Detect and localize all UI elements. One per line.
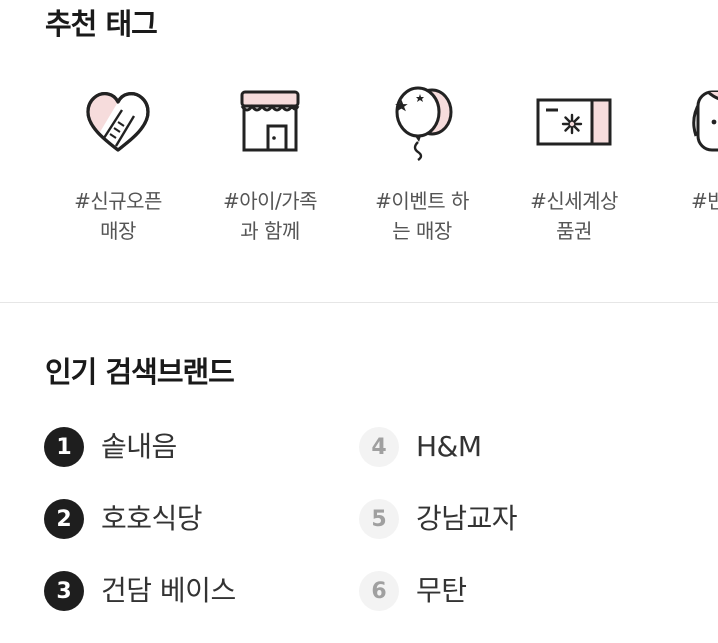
tag-event-store[interactable]: #이벤트 하 는 매장 [346,82,498,262]
pet-face-icon [692,90,718,152]
popular-brands-right-list: 4 H&M 5 강남교자 6 무탄 [359,427,518,643]
tag-label: #이벤트 하 는 매장 [375,189,469,243]
rank-badge: 3 [44,571,84,611]
gift-voucher-icon [536,98,612,146]
brand-rank-1[interactable]: 1 솥내음 [44,427,236,499]
balloons-icon [395,86,453,161]
tag-label: #신규오픈 매장 [74,189,162,243]
brand-name: 무탄 [416,574,467,607]
brand-name: H&M [416,430,482,463]
recommended-tags-list: #신규오픈 매장 #아이/가족 과 함께 #이벤트 하 는 매장 #신세계상 품… [42,82,718,262]
brand-rank-4[interactable]: 4 H&M [359,427,517,499]
brand-name: 호호식당 [101,502,203,535]
rank-badge: 2 [44,499,84,539]
brand-name: 솥내음 [101,430,177,463]
rank-badge: 1 [44,427,84,467]
brand-rank-6[interactable]: 6 무탄 [359,571,517,643]
popular-brands-title: 인기 검색브랜드 [45,355,235,389]
brand-name: 건담 베이스 [101,574,236,607]
tag-label: #아이/가족 과 함께 [222,189,318,243]
rank-badge: 6 [359,571,399,611]
section-divider [0,302,718,303]
storefront-icon [240,90,300,152]
popular-brands-left-list: 1 솥내음 2 호호식당 3 건담 베이스 [44,427,236,643]
rank-badge: 4 [359,427,399,467]
tag-label: #신세계상 품권 [530,189,618,243]
page: 추천 태그 #신규오픈 매장 #아이/가족 과 함께 #이벤트 하 는 매장 #… [0,0,718,643]
tag-pet[interactable]: #반려견 [650,82,718,262]
recommended-tags-title: 추천 태그 [45,7,158,41]
brand-rank-2[interactable]: 2 호호식당 [44,499,236,571]
tag-gift-voucher[interactable]: #신세계상 품권 [498,82,650,262]
brand-name: 강남교자 [416,502,518,535]
tag-new-open[interactable]: #신규오픈 매장 [42,82,194,262]
brand-rank-5[interactable]: 5 강남교자 [359,499,518,571]
brand-rank-3[interactable]: 3 건담 베이스 [44,571,236,643]
rank-badge: 5 [359,499,399,539]
heart-bandage-icon [86,92,150,152]
tag-kids-family[interactable]: #아이/가족 과 함께 [194,82,346,262]
tag-label: #반려견 [691,189,718,213]
